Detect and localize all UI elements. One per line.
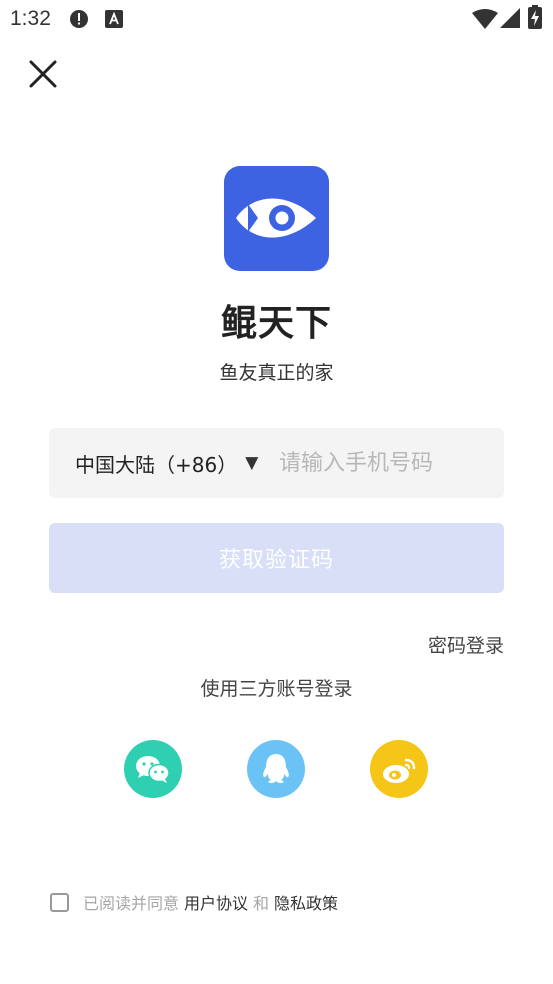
qq-icon [263, 754, 289, 783]
agreement-prefix: 已阅读并同意 [83, 894, 180, 913]
fish-eye-logo-icon [236, 198, 316, 238]
wechat-icon [136, 756, 170, 783]
third-party-login-title: 使用三方账号登录 [200, 678, 353, 700]
agreement-and: 和 [253, 894, 270, 913]
privacy-policy-link[interactable]: 隐私政策 [274, 890, 338, 914]
battery-charging-icon [528, 5, 542, 29]
app-name: 鲲天下 [220, 303, 332, 344]
agreement-checkbox[interactable] [50, 892, 69, 912]
wechat-login-button[interactable] [124, 740, 182, 798]
password-login-link[interactable]: 密码登录 [428, 631, 504, 658]
weibo-login-button[interactable] [370, 740, 428, 798]
get-code-button[interactable]: 获取验证码 [49, 523, 504, 593]
weibo-icon [383, 758, 416, 783]
country-code-select[interactable]: 中国大陆（+86） ▼ [75, 428, 258, 498]
user-agreement-link[interactable]: 用户协议 [184, 890, 248, 914]
app-logo [224, 166, 329, 271]
status-bar: 1:32 [0, 0, 553, 38]
phone-input[interactable] [279, 428, 489, 498]
agreement-row: 已阅读并同意 用户协议 和 隐私政策 [50, 890, 343, 914]
status-time: 1:32 [10, 7, 51, 30]
caret-down-icon: ▼ [245, 453, 259, 473]
wifi-icon [472, 9, 498, 29]
country-code-label: 中国大陆（+86） [75, 452, 238, 477]
phone-input-box: 中国大陆（+86） ▼ [49, 428, 504, 498]
alert-icon [70, 10, 88, 28]
close-icon[interactable] [24, 55, 62, 93]
signal-icon [500, 8, 520, 28]
qq-login-button[interactable] [247, 740, 305, 798]
app-slogan: 鱼友真正的家 [219, 362, 334, 384]
a-badge-icon [105, 10, 123, 28]
